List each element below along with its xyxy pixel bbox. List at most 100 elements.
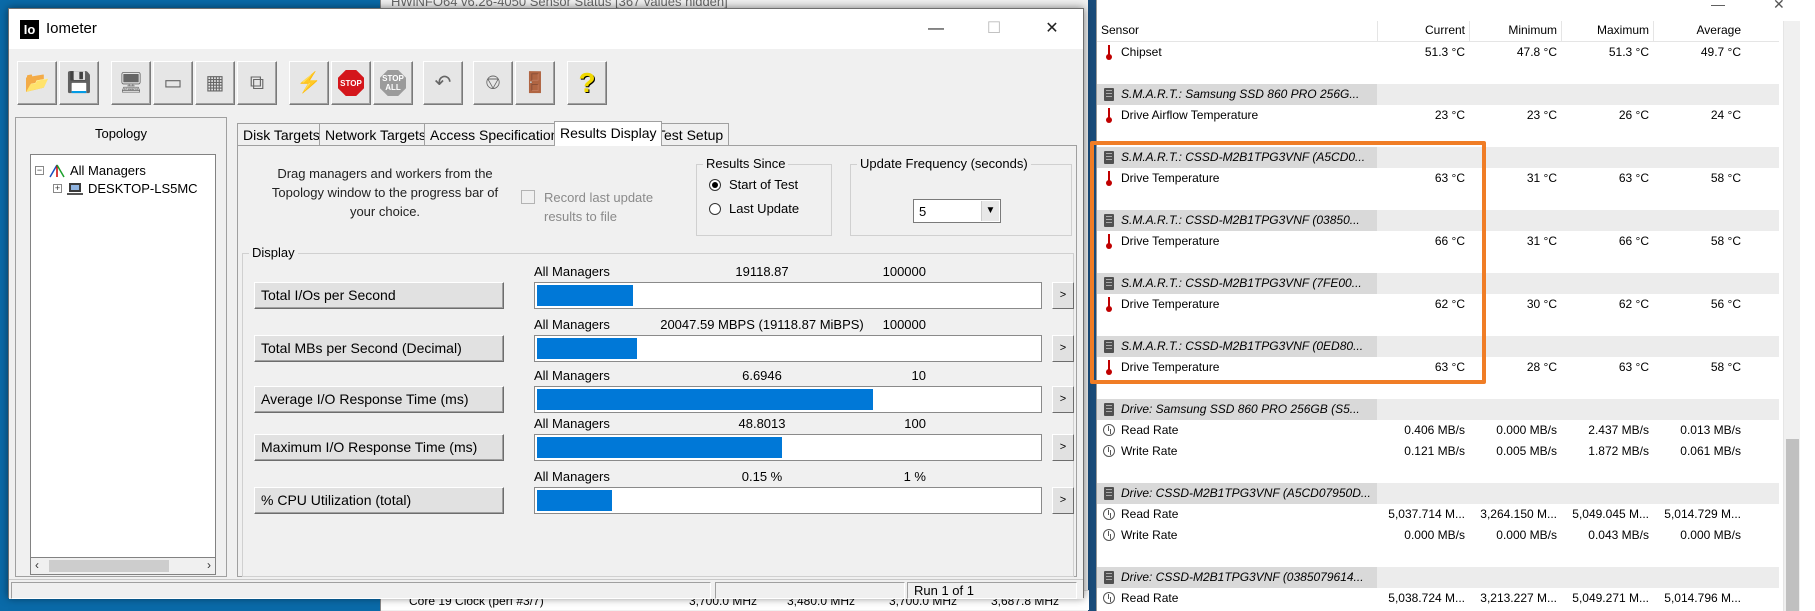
- sensor-group-row[interactable]: Drive: Samsung SSD 860 PRO 256GB (S5...: [1097, 399, 1779, 420]
- tree-item-desktop[interactable]: + DESKTOP-LS5MC: [53, 181, 198, 196]
- metric-arrow-button[interactable]: >: [1052, 434, 1074, 461]
- new-disk-worker-button[interactable]: ▭: [153, 61, 193, 105]
- metric-arrow-button[interactable]: >: [1052, 335, 1074, 362]
- column-separator[interactable]: [1653, 21, 1654, 42]
- topology-tree[interactable]: − All Managers + DESKTOP-LS5MC: [30, 154, 216, 558]
- metric-select-button[interactable]: Total MBs per Second (Decimal): [254, 335, 504, 362]
- metric-arrow-button[interactable]: >: [1052, 487, 1074, 514]
- computer-icon: [67, 182, 83, 195]
- sensor-row[interactable]: Write Rate 0.121 MB/s 0.005 MB/s 1.872 MB/s…: [1097, 441, 1779, 462]
- radio-last-update[interactable]: [709, 203, 721, 215]
- iometer-window[interactable]: Io Iometer — ☐ ✕ 📂 💾 🖥 ▭ ▦ ⧉ ⚡ STOP STOP…: [8, 8, 1084, 599]
- metric-select-button[interactable]: % CPU Utilization (total): [254, 487, 504, 514]
- column-separator[interactable]: [1469, 21, 1470, 42]
- chevron-down-icon[interactable]: ▼: [981, 201, 999, 221]
- tree-item-all-managers[interactable]: − All Managers: [35, 163, 146, 178]
- update-frequency-select[interactable]: 5 ▼: [913, 199, 1001, 223]
- sensor-group-row[interactable]: S.M.A.R.T.: Samsung SSD 860 PRO 256G...: [1097, 84, 1779, 105]
- metric-arrow-button[interactable]: >: [1052, 386, 1074, 413]
- refresh-button[interactable]: ⎊: [473, 61, 513, 105]
- sensor-value-avg: 0.061 MB/s: [1680, 444, 1741, 458]
- sensor-row[interactable]: Read Rate 5,037.714 M... 3,264.150 M... 5,0…: [1097, 504, 1779, 525]
- stop-all-button[interactable]: STOP ALL: [373, 61, 413, 105]
- sensor-name: Read Rate: [1121, 507, 1179, 521]
- sensor-vscrollbar[interactable]: [1783, 21, 1800, 611]
- open-config-button[interactable]: 📂: [17, 61, 57, 105]
- scroll-thumb[interactable]: [49, 560, 169, 572]
- column-header-current[interactable]: Current: [1425, 23, 1465, 37]
- sensor-group-row[interactable]: S.M.A.R.T.: CSSD-M2B1TPG3VNF (03850...: [1097, 210, 1779, 231]
- iometer-titlebar[interactable]: Io Iometer — ☐ ✕: [9, 9, 1083, 49]
- record-results-checkbox[interactable]: [521, 190, 535, 204]
- sensor-value-cur: 62 °C: [1434, 297, 1465, 311]
- drive-icon: [1104, 403, 1114, 416]
- column-header-average[interactable]: Average: [1697, 23, 1741, 37]
- stop-button[interactable]: STOP: [331, 61, 371, 105]
- start-tests-button[interactable]: ⚡: [289, 61, 329, 105]
- sensor-row[interactable]: Drive Temperature 63 °C 31 °C 63 °C 58 °C: [1097, 168, 1779, 189]
- scroll-left-icon[interactable]: ‹: [35, 558, 39, 572]
- sensor-row[interactable]: Drive Airflow Temperature 23 °C 23 °C 26 °C…: [1097, 105, 1779, 126]
- duplicate-worker-button[interactable]: ⧉: [237, 61, 277, 105]
- close-button[interactable]: ✕: [1023, 9, 1081, 49]
- sensor-group-row[interactable]: S.M.A.R.T.: CSSD-M2B1TPG3VNF (A5CD0...: [1097, 147, 1779, 168]
- sensor-group-row[interactable]: Drive: CSSD-M2B1TPG3VNF (A5CD07950D...: [1097, 483, 1779, 504]
- sensor-row[interactable]: Write Rate 0.000 MB/s 0.000 MB/s 0.043 MB/s…: [1097, 525, 1779, 546]
- new-network-worker-button[interactable]: ▦: [195, 61, 235, 105]
- radio-start-of-test[interactable]: [709, 179, 721, 191]
- tab-access-specifications[interactable]: Access Specifications: [424, 123, 572, 145]
- sensor-group-row[interactable]: S.M.A.R.T.: CSSD-M2B1TPG3VNF (7FE00...: [1097, 273, 1779, 294]
- sensor-row[interactable]: Read Rate 5,038.724 M... 3,213.227 M... 5,0…: [1097, 588, 1779, 609]
- metric-select-button[interactable]: Average I/O Response Time (ms): [254, 386, 504, 413]
- column-separator[interactable]: [1561, 21, 1562, 42]
- radio-label-last-update[interactable]: Last Update: [729, 201, 799, 216]
- save-config-button[interactable]: 💾: [59, 61, 99, 105]
- metric-progress-bar[interactable]: [534, 282, 1042, 309]
- sensor-value-max: 51.3 °C: [1608, 45, 1649, 59]
- metric-select-button[interactable]: Total I/Os per Second: [254, 282, 504, 309]
- radio-label-start-of-test[interactable]: Start of Test: [729, 177, 798, 192]
- topology-hscrollbar[interactable]: ‹ ›: [30, 558, 216, 575]
- sensor-row[interactable]: Drive Temperature 66 °C 31 °C 66 °C 58 °C: [1097, 231, 1779, 252]
- metric-progress-bar[interactable]: [534, 487, 1042, 514]
- exit-button[interactable]: 🚪: [515, 61, 555, 105]
- scroll-right-icon[interactable]: ›: [207, 558, 211, 572]
- metric-progress-bar[interactable]: [534, 335, 1042, 362]
- disk-worker-icon: ▭: [163, 72, 183, 94]
- sensor-value-max: 1.872 MB/s: [1588, 444, 1649, 458]
- sensor-group-row[interactable]: Drive: CSSD-M2B1TPG3VNF (0385079614...: [1097, 567, 1779, 588]
- column-header-sensor[interactable]: Sensor: [1101, 23, 1139, 37]
- column-header-minimum[interactable]: Minimum: [1508, 23, 1557, 37]
- gauge-icon: [1103, 445, 1115, 457]
- new-manager-button[interactable]: 🖥: [111, 61, 151, 105]
- sensor-row[interactable]: Read Rate 0.406 MB/s 0.000 MB/s 2.437 MB/s 0…: [1097, 420, 1779, 441]
- expand-icon[interactable]: +: [53, 184, 62, 193]
- gauge-icon: [1103, 508, 1115, 520]
- column-separator[interactable]: [1377, 21, 1378, 42]
- minimize-button[interactable]: —: [907, 9, 965, 49]
- column-header-maximum[interactable]: Maximum: [1597, 23, 1649, 37]
- drive-icon: [1104, 340, 1114, 353]
- collapse-icon[interactable]: −: [35, 166, 44, 175]
- hwinfo-close-button[interactable]: ✕: [1773, 0, 1785, 13]
- hwinfo-sensor-window[interactable]: — ✕ Sensor Current Minimum Maximum Avera…: [1096, 0, 1815, 611]
- metric-progress-bar[interactable]: [534, 386, 1042, 413]
- sensor-row[interactable]: Drive Temperature 62 °C 30 °C 62 °C 56 °C: [1097, 294, 1779, 315]
- reset-workers-button[interactable]: ↶: [423, 61, 463, 105]
- metric-progress-bar[interactable]: [534, 434, 1042, 461]
- tab-test-setup[interactable]: Test Setup: [651, 123, 730, 145]
- tab-network-targets[interactable]: Network Targets: [319, 123, 432, 145]
- sensor-row[interactable]: Drive Temperature 63 °C 28 °C 63 °C 58 °C: [1097, 357, 1779, 378]
- maximize-button[interactable]: ☐: [965, 9, 1023, 49]
- tab-results-display[interactable]: Results Display: [554, 121, 663, 146]
- tab-disk-targets[interactable]: Disk Targets: [237, 123, 326, 145]
- hwinfo-sensor-titlebar[interactable]: — ✕: [1097, 0, 1815, 16]
- sensor-scroll-thumb[interactable]: [1786, 439, 1799, 611]
- iometer-logo-icon: Io: [20, 20, 39, 39]
- sensor-row[interactable]: Chipset 51.3 °C 47.8 °C 51.3 °C 49.7 °C: [1097, 42, 1779, 63]
- help-button[interactable]: ?: [567, 61, 607, 105]
- metric-arrow-button[interactable]: >: [1052, 282, 1074, 309]
- sensor-group-row[interactable]: S.M.A.R.T.: CSSD-M2B1TPG3VNF (0ED80...: [1097, 336, 1779, 357]
- metric-select-button[interactable]: Maximum I/O Response Time (ms): [254, 434, 504, 461]
- hwinfo-minimize-button[interactable]: —: [1711, 0, 1725, 12]
